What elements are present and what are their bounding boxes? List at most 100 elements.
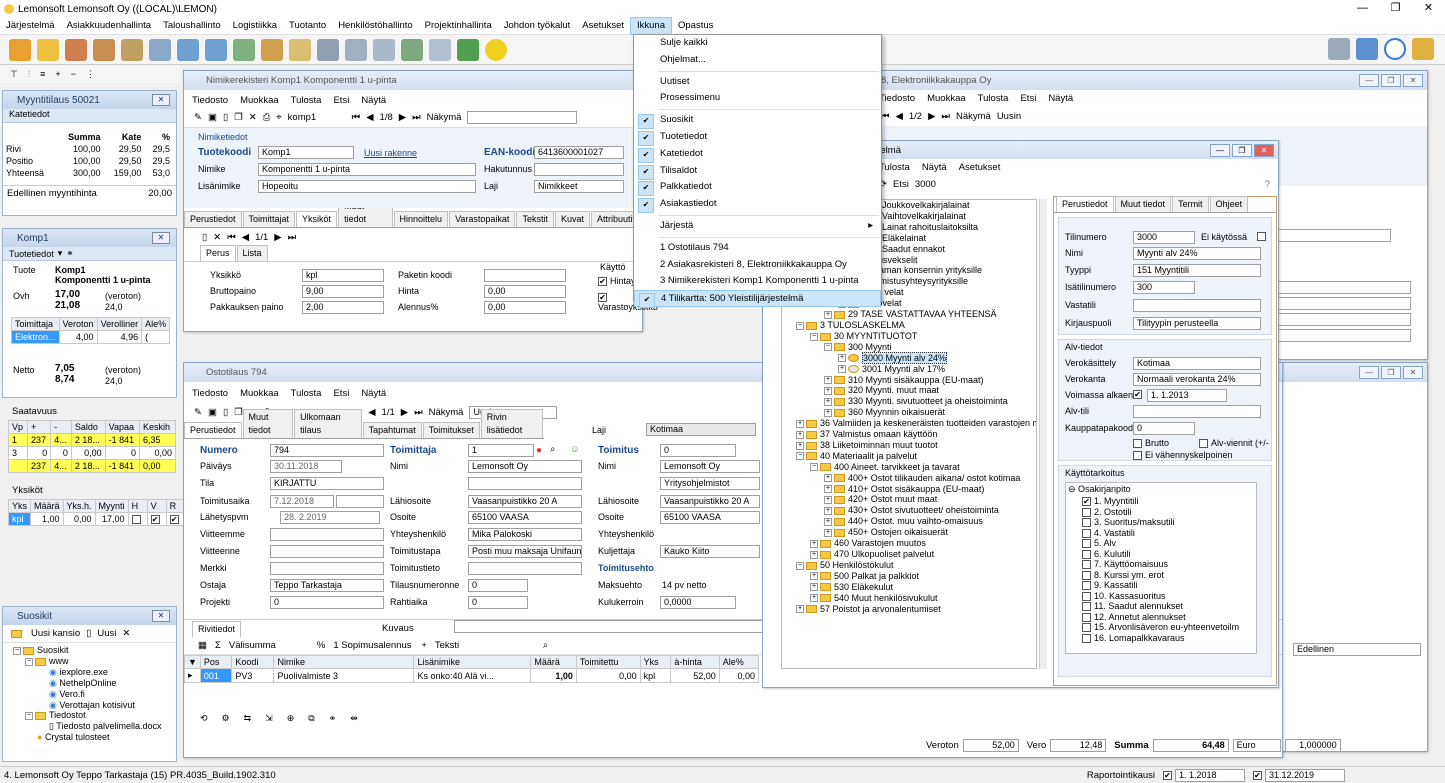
- dropdown-item[interactable]: Tuotetiedot: [634, 129, 881, 146]
- dropdown-item[interactable]: 3 Nimikerekisteri Komp1 Komponentti 1 u-…: [634, 273, 881, 290]
- unit-input[interactable]: kpl: [302, 269, 384, 282]
- tree-item[interactable]: ◉ NethelpOnline: [13, 678, 176, 689]
- expand-icon[interactable]: −: [796, 321, 804, 330]
- print-icon[interactable]: ⎙: [263, 112, 271, 123]
- help-icon[interactable]: ?: [1265, 179, 1270, 190]
- dropdown-item[interactable]: Palkkatiedot: [634, 179, 881, 197]
- menu-search[interactable]: Etsi: [1020, 93, 1036, 104]
- refresh-icon[interactable]: ⟲: [200, 713, 208, 724]
- new-button[interactable]: Uusi: [97, 628, 116, 639]
- previous-field[interactable]: Edellinen: [1293, 643, 1421, 656]
- menu-file[interactable]: Tiedosto: [192, 95, 228, 106]
- tax-treatment-select[interactable]: Kotimaa: [1133, 357, 1261, 370]
- plus-icon[interactable]: +: [55, 69, 60, 79]
- dropdown-arrow-icon[interactable]: ▾: [58, 248, 63, 259]
- copy-icon[interactable]: ❐: [234, 112, 243, 123]
- calendar-icon[interactable]: [1356, 38, 1378, 60]
- globe-icon[interactable]: [261, 38, 283, 61]
- send-date-input[interactable]: 28. 2.2019: [280, 511, 380, 524]
- grid-cell[interactable]: Puolivalmiste 3: [273, 668, 415, 683]
- tab-terms[interactable]: Termit: [1172, 196, 1209, 212]
- tree-item[interactable]: −400 Aineet. tarvikkeet ja tavarat: [782, 462, 1036, 473]
- coins-icon[interactable]: [121, 38, 143, 61]
- last-icon[interactable]: ⏭: [941, 111, 950, 122]
- menu-ikkuna[interactable]: Ikkuna: [630, 17, 672, 35]
- parent-account-input[interactable]: 300: [1133, 281, 1195, 294]
- expand-icon[interactable]: +: [824, 507, 832, 515]
- tab-1[interactable]: Muut tiedot: [242, 409, 294, 438]
- plus-icon[interactable]: +: [421, 640, 427, 651]
- menu-file[interactable]: Tiedosto: [192, 388, 228, 399]
- expand-icon[interactable]: +: [838, 354, 846, 363]
- brush-icon[interactable]: ⌕: [543, 640, 548, 651]
- sum-icon[interactable]: Σ: [215, 640, 221, 651]
- grid-cell[interactable]: 1,00: [530, 668, 577, 683]
- tree-item[interactable]: −40 Materiaalit ja palvelut: [782, 451, 1036, 462]
- customer-field[interactable]: [1271, 329, 1411, 342]
- view-select[interactable]: Uusin: [997, 111, 1021, 122]
- next-icon[interactable]: ▶: [274, 232, 281, 243]
- delivery-method-select[interactable]: Posti muu maksaja Unifaun: [468, 545, 582, 558]
- people-icon[interactable]: [65, 38, 87, 61]
- tree-item[interactable]: +57 Poistot ja arvonalentumiset: [782, 604, 1036, 615]
- expand-icon[interactable]: −: [810, 332, 818, 341]
- expand-icon[interactable]: +: [810, 594, 818, 603]
- discount-input[interactable]: 0,00: [484, 301, 566, 314]
- checkbox[interactable]: [1082, 507, 1091, 517]
- dropdown-item[interactable]: Uutiset: [634, 74, 881, 91]
- outbox-icon[interactable]: [205, 38, 227, 61]
- usage-item[interactable]: 12. Annetut alennukset: [1066, 612, 1256, 623]
- folder-icon[interactable]: [37, 38, 59, 61]
- expand-icon[interactable]: +: [796, 605, 804, 614]
- tools-icon[interactable]: ⚙: [222, 713, 230, 724]
- lemon-icon[interactable]: [485, 38, 507, 61]
- currency-select[interactable]: Euro: [1232, 739, 1281, 752]
- expand-icon[interactable]: −: [810, 463, 818, 472]
- delivery-week-input[interactable]: [336, 495, 384, 508]
- tree-item[interactable]: − www: [13, 656, 176, 667]
- dropdown-item[interactable]: Katetiedot: [634, 146, 881, 163]
- tree-item[interactable]: −30 MYYNTITUOTOT: [782, 331, 1036, 342]
- valid-from-input[interactable]: 1. 1.2013: [1147, 389, 1227, 402]
- tab-other[interactable]: Muut tiedot: [1114, 196, 1172, 212]
- tab-6[interactable]: Tekstit: [516, 211, 554, 227]
- dropdown-item[interactable]: Järjestä ▸: [634, 218, 881, 235]
- search-value[interactable]: komp1: [288, 112, 346, 123]
- split-icon[interactable]: ⇹: [350, 713, 358, 724]
- delete-icon[interactable]: ✕: [249, 112, 257, 123]
- checkbox[interactable]: ✔: [150, 515, 160, 525]
- menu-print[interactable]: Tulosta: [291, 388, 322, 399]
- checkbox[interactable]: [1082, 570, 1091, 580]
- grid-cell[interactable]: PV3: [231, 668, 275, 683]
- checkbox[interactable]: [131, 515, 141, 525]
- checkbox[interactable]: [1082, 528, 1091, 538]
- tree-item[interactable]: +410+ Ostot sisäkauppa (EU-maat): [782, 484, 1036, 495]
- tree-item[interactable]: +320 Myynti. muut maat: [782, 385, 1036, 396]
- minimize-button[interactable]: —: [1359, 74, 1379, 87]
- menu-henkilöstöhallinto[interactable]: Henkilöstöhallinto: [332, 18, 418, 34]
- order-number-input[interactable]: 0: [468, 579, 528, 592]
- not-in-use-checkbox[interactable]: [1257, 232, 1266, 241]
- new-icon[interactable]: ▯: [223, 112, 228, 123]
- checkbox[interactable]: [1082, 602, 1091, 612]
- dropdown-item[interactable]: Sulje kaikki: [634, 35, 881, 52]
- usage-item[interactable]: 15. Arvonlisäveron eu-yhteenvetoilm: [1066, 622, 1256, 633]
- type-select[interactable]: Kotimaa: [646, 423, 756, 436]
- mail-icon[interactable]: [401, 38, 423, 61]
- tab-2[interactable]: Yksiköt: [296, 211, 338, 227]
- first-icon[interactable]: ⏮: [352, 112, 361, 123]
- expand-icon[interactable]: −: [796, 561, 804, 570]
- package-code-input[interactable]: [484, 269, 566, 282]
- exchange-rate-input[interactable]: 1,000000: [1284, 739, 1341, 752]
- row-indicator[interactable]: ▸: [184, 668, 201, 683]
- percent-icon[interactable]: %: [317, 640, 325, 651]
- tab-7[interactable]: Kuvat: [554, 211, 590, 227]
- tree-item[interactable]: −50 Henkilöstökulut: [782, 560, 1036, 571]
- dropdown-item[interactable]: Ohjelmat...: [634, 52, 881, 69]
- tax-rate-select[interactable]: Normaali verokanta 24%: [1133, 373, 1261, 386]
- menu-asiakkuudenhallinta[interactable]: Asiakkuudenhallinta: [61, 18, 158, 34]
- grid-cell[interactable]: 237: [27, 459, 52, 473]
- next-icon[interactable]: ▶: [399, 112, 406, 123]
- expand-icon[interactable]: +: [838, 365, 846, 374]
- grid-cell[interactable]: 0,00: [139, 459, 176, 473]
